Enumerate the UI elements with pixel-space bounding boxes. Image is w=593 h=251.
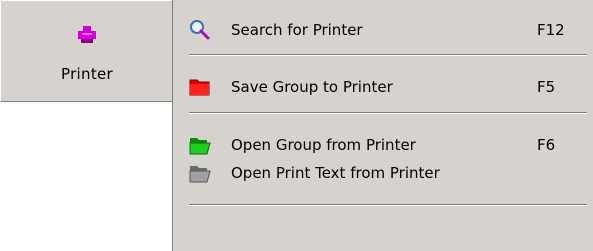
menu-separator xyxy=(189,112,587,114)
printer-button[interactable]: Printer xyxy=(0,0,173,102)
printer-icon xyxy=(78,26,96,43)
shortcut-label: F6 xyxy=(537,136,556,154)
menu-separator xyxy=(189,54,587,56)
menu-item-label: Open Group from Printer xyxy=(231,136,416,154)
gray-folder-icon xyxy=(189,166,211,183)
menu-item-save-group-to-printer[interactable]: Save Group to Printer F5 xyxy=(173,73,593,101)
menu-separator xyxy=(189,204,587,206)
menu-item-label: Save Group to Printer xyxy=(231,78,393,96)
magnifier-icon xyxy=(190,20,210,40)
printer-dropdown-menu: Search for Printer F12 Save Group to Pri… xyxy=(172,0,593,251)
green-folder-icon xyxy=(189,138,211,155)
menu-item-open-print-text-from-printer[interactable]: Open Print Text from Printer xyxy=(173,159,593,187)
shortcut-label: F5 xyxy=(537,78,556,96)
menu-item-label: Search for Printer xyxy=(231,21,363,39)
red-folder-icon xyxy=(189,79,210,96)
menu-item-label: Open Print Text from Printer xyxy=(231,164,440,182)
menu-item-search-for-printer[interactable]: Search for Printer F12 xyxy=(173,16,593,44)
printer-button-label: Printer xyxy=(61,65,113,83)
shortcut-label: F12 xyxy=(537,21,565,39)
menu-item-open-group-from-printer[interactable]: Open Group from Printer F6 xyxy=(173,131,593,159)
